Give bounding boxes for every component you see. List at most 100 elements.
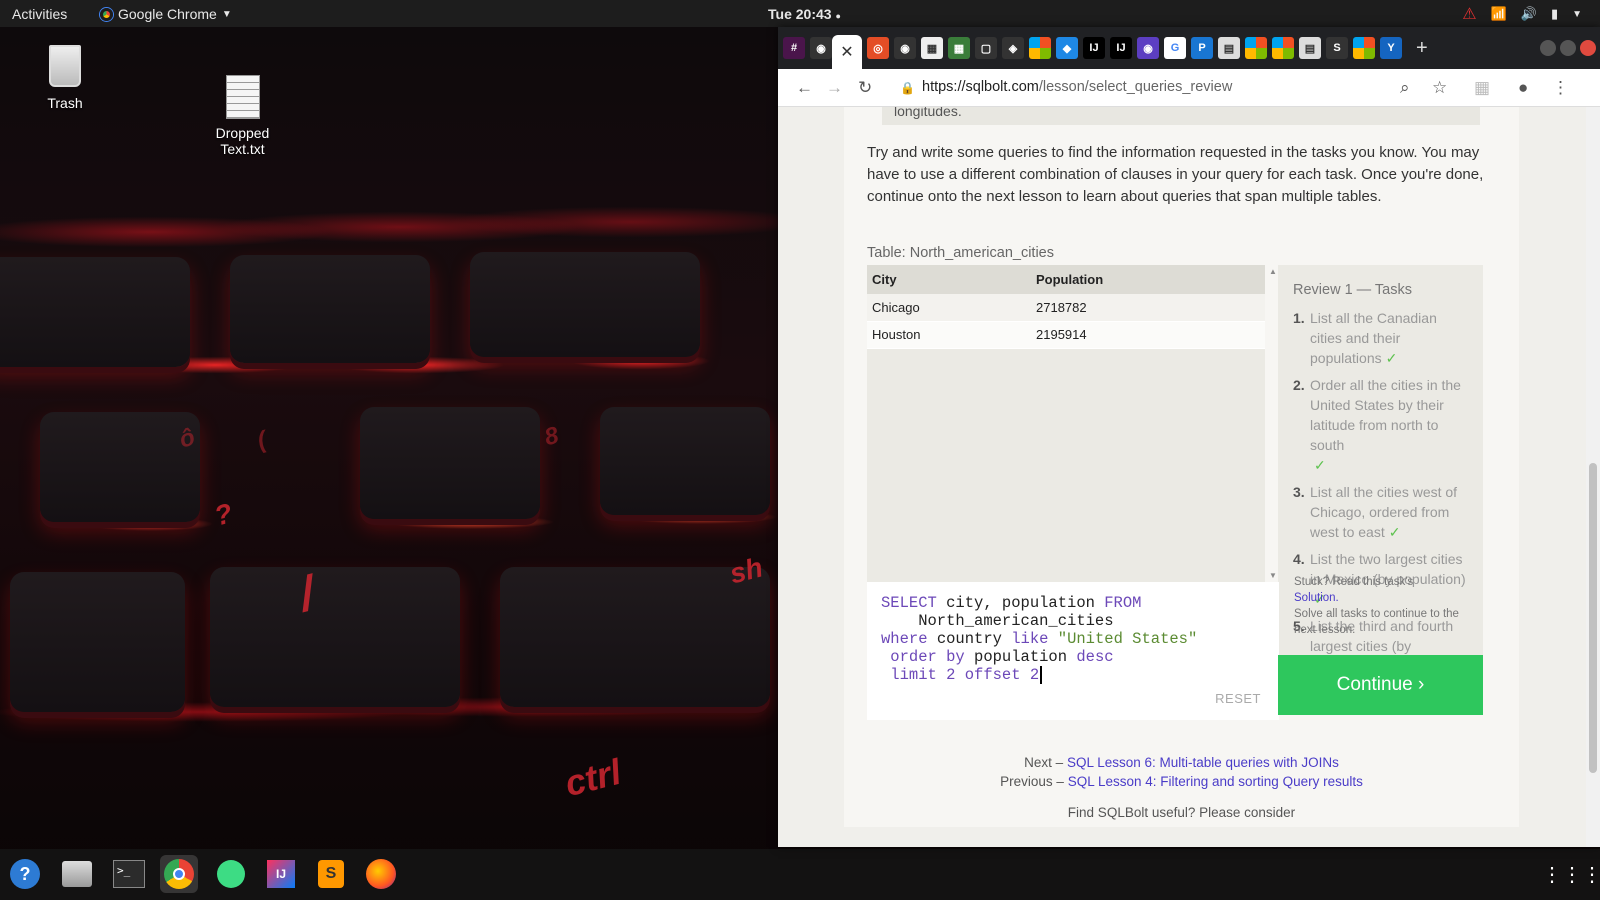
scrollbar-thumb[interactable]: [1589, 463, 1597, 773]
dropped-text-file-icon[interactable]: Dropped Text.txt: [200, 75, 285, 157]
firefox-dock-icon[interactable]: [362, 855, 400, 893]
microsoft-tab-icon[interactable]: [1353, 37, 1375, 59]
keyboard-key: [600, 407, 770, 515]
lock-icon: 🔒: [900, 81, 915, 95]
android-studio-dock-icon[interactable]: [212, 855, 250, 893]
solve-text: Solve all tasks to continue to the next …: [1294, 608, 1459, 636]
tab-icon[interactable]: ▦: [921, 37, 943, 59]
sublime-text-icon: S: [318, 860, 344, 888]
intellij-tab-icon[interactable]: IJ: [1083, 37, 1105, 59]
previous-section-box: longitudes.: [882, 107, 1480, 125]
reload-icon[interactable]: ↻: [858, 78, 872, 98]
maximize-button[interactable]: [1560, 40, 1576, 56]
github-tab-icon[interactable]: ◉: [894, 37, 916, 59]
tab-icon[interactable]: Y: [1380, 37, 1402, 59]
tab-icon[interactable]: ◉: [1137, 37, 1159, 59]
zoom-icon[interactable]: ⌕: [1400, 78, 1410, 98]
profile-icon[interactable]: ●: [1518, 78, 1528, 98]
android-studio-icon: [217, 860, 245, 888]
table-header-row: City Population: [867, 265, 1265, 294]
document-tab-icon[interactable]: ▤: [1299, 37, 1321, 59]
help-dock-icon[interactable]: ?: [6, 855, 44, 893]
terminal-icon: >_: [113, 860, 145, 888]
keyboard-key: [0, 257, 190, 367]
tab-icon[interactable]: ◆: [1056, 37, 1078, 59]
continue-button[interactable]: Continue ›: [1278, 655, 1483, 715]
address-bar[interactable]: https://sqlbolt.com/lesson/select_querie…: [922, 79, 1232, 95]
column-header: Population: [1031, 265, 1265, 294]
table-scrollbar[interactable]: ▲ ▼: [1268, 265, 1278, 582]
github-tab-icon[interactable]: ◉: [810, 37, 832, 59]
sublime-dock-icon[interactable]: S: [312, 855, 350, 893]
results-table: City Population Chicago 2718782 Houston …: [867, 265, 1265, 582]
trash-label: Trash: [47, 95, 83, 111]
table-row: Houston 2195914: [867, 321, 1265, 349]
extension-icon[interactable]: ▦: [1474, 78, 1490, 98]
next-lesson-link[interactable]: SQL Lesson 6: Multi-table queries with J…: [1067, 755, 1339, 770]
grid-icon: ⋮⋮⋮: [1542, 863, 1600, 886]
check-icon: ✓: [1385, 350, 1398, 366]
check-icon: ✓: [1388, 524, 1401, 540]
system-tray[interactable]: ⚠ 📶 🔊 ▮ ▼: [1462, 4, 1582, 24]
trash-desktop-icon[interactable]: Trash: [30, 45, 100, 111]
key-legend: ?: [211, 497, 236, 532]
stuck-hint: Stuck? Read this task's Solution. Solve …: [1294, 574, 1474, 638]
tab-icon[interactable]: ◈: [1002, 37, 1024, 59]
microsoft-tab-icon[interactable]: [1029, 37, 1051, 59]
scroll-down-icon[interactable]: ▼: [1269, 571, 1277, 580]
tab-icon[interactable]: P: [1191, 37, 1213, 59]
lesson-intro: Try and write some queries to find the i…: [867, 144, 1484, 205]
battery-icon[interactable]: ▮: [1551, 6, 1558, 22]
star-icon[interactable]: ☆: [1432, 78, 1447, 98]
chevron-down-icon[interactable]: ▼: [1572, 9, 1582, 20]
table-label: Table: North_american_cities: [867, 245, 1054, 261]
reset-button[interactable]: RESET: [1215, 690, 1261, 708]
tab-icon[interactable]: S: [1326, 37, 1348, 59]
solution-link[interactable]: Solution.: [1294, 592, 1339, 604]
terminal-dock-icon[interactable]: >_: [110, 855, 148, 893]
file-manager-icon: [62, 861, 92, 887]
files-dock-icon[interactable]: [58, 855, 96, 893]
app-name: Google Chrome: [118, 6, 217, 22]
page-scrollbar[interactable]: [1586, 107, 1600, 847]
tab-icon[interactable]: ▦: [948, 37, 970, 59]
chrome-dock-icon[interactable]: [160, 855, 198, 893]
tab-icon[interactable]: ◎: [867, 37, 889, 59]
clock[interactable]: Tue 20:43 ●: [768, 6, 841, 22]
show-apps-button[interactable]: ⋮⋮⋮: [1542, 855, 1600, 893]
minimize-button[interactable]: [1540, 40, 1556, 56]
active-tab-close-icon[interactable]: ✕: [832, 35, 862, 69]
tasks-title: Review 1 — Tasks: [1293, 282, 1412, 298]
previous-lesson-link[interactable]: SQL Lesson 4: Filtering and sorting Quer…: [1068, 774, 1363, 789]
wifi-icon[interactable]: 📶: [1491, 6, 1507, 22]
menu-icon[interactable]: ⋮: [1552, 78, 1569, 98]
url-domain: https://sqlbolt.com: [922, 79, 1039, 95]
chevron-down-icon: ▼: [221, 8, 232, 20]
sql-query-editor[interactable]: SELECT city, population FROM North_ameri…: [867, 582, 1279, 720]
close-window-button[interactable]: [1580, 40, 1596, 56]
check-icon: ✓: [1314, 457, 1326, 473]
table-row: Chicago 2718782: [867, 294, 1265, 322]
google-tab-icon[interactable]: G: [1164, 37, 1186, 59]
warning-icon[interactable]: ⚠: [1462, 4, 1476, 24]
tab-icon[interactable]: ▢: [975, 37, 997, 59]
column-header: City: [867, 265, 1031, 294]
app-menu[interactable]: Google Chrome ▼: [100, 6, 232, 22]
intellij-tab-icon[interactable]: IJ: [1110, 37, 1132, 59]
lesson-navigation: Next – SQL Lesson 6: Multi-table queries…: [844, 753, 1519, 791]
previous-text: longitudes.: [894, 107, 962, 119]
document-tab-icon[interactable]: ▤: [1218, 37, 1240, 59]
intellij-dock-icon[interactable]: IJ: [262, 855, 300, 893]
back-icon[interactable]: ←: [796, 78, 813, 98]
microsoft-tab-icon[interactable]: [1245, 37, 1267, 59]
scroll-up-icon[interactable]: ▲: [1269, 267, 1277, 276]
forward-icon[interactable]: →: [826, 78, 843, 98]
activities-button[interactable]: Activities: [12, 6, 67, 22]
new-tab-button[interactable]: +: [1416, 37, 1428, 60]
chrome-icon: [100, 7, 113, 21]
task-item: 3. List all the cities west of Chicago, o…: [1293, 484, 1458, 540]
microsoft-tab-icon[interactable]: [1272, 37, 1294, 59]
support-text: Find SQLBolt useful? Please consider: [1067, 805, 1296, 820]
volume-icon[interactable]: 🔊: [1521, 6, 1537, 22]
slack-tab-icon[interactable]: #: [783, 37, 805, 59]
